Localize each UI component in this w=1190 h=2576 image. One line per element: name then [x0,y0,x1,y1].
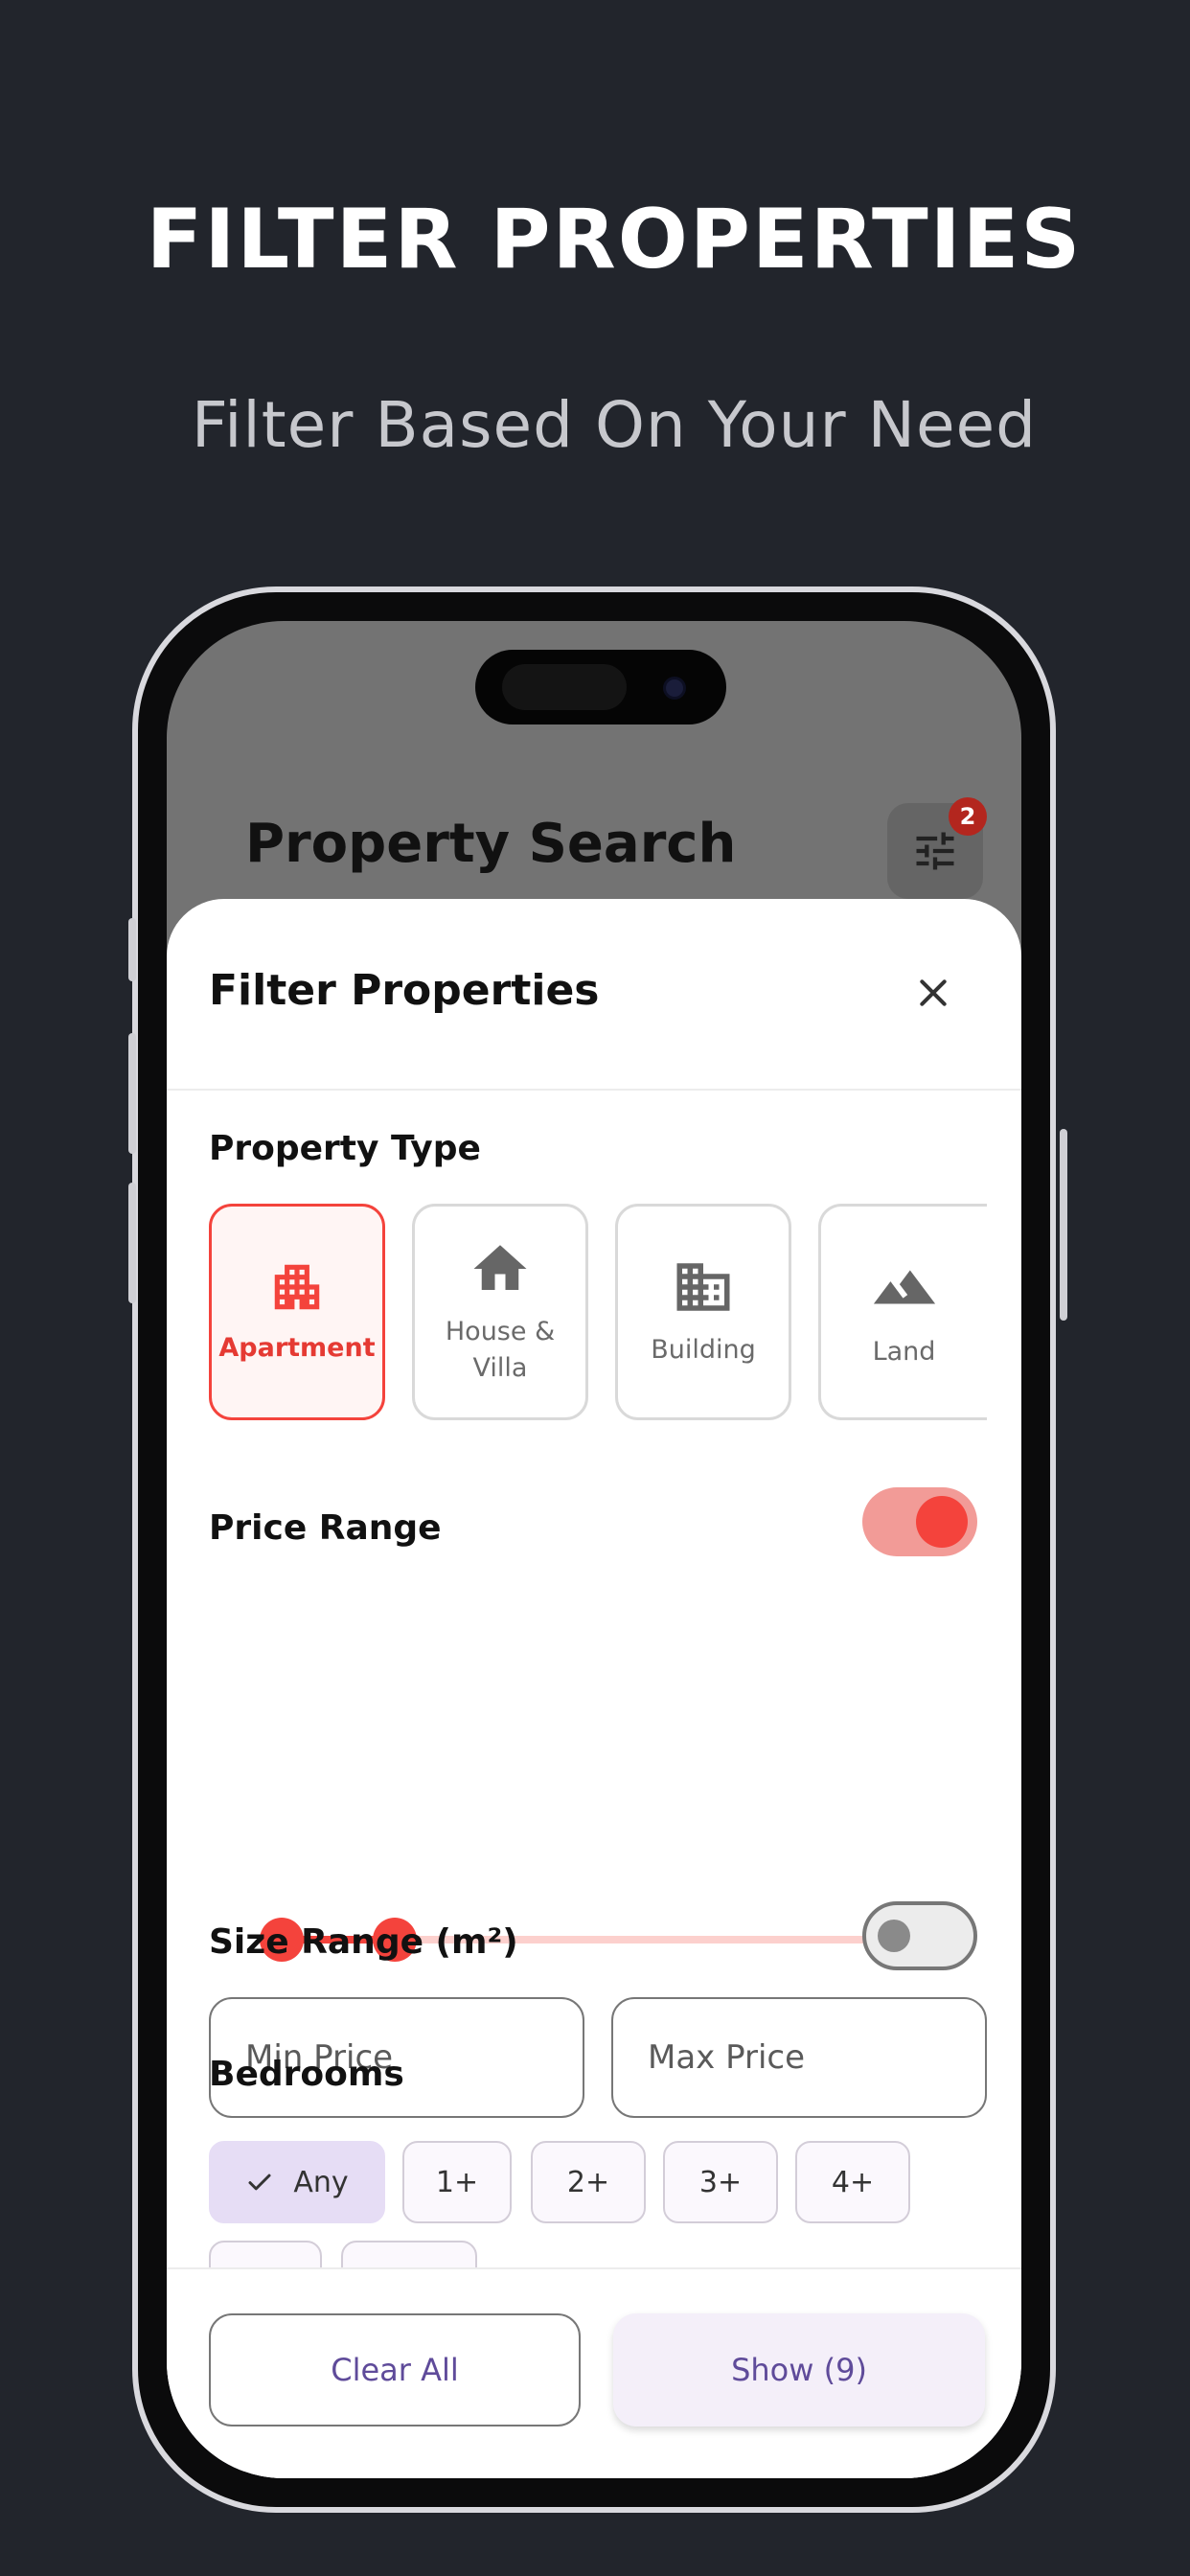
bedroom-chip-4[interactable]: 4+ [795,2141,910,2223]
hero-title: FILTER PROPERTIES [146,192,1083,288]
bedroom-chip-2[interactable]: 2+ [531,2141,646,2223]
background-page-title: Property Search [245,813,737,875]
tune-icon [916,832,954,870]
show-results-button[interactable]: Show (9) [613,2313,985,2426]
hero-subtitle: Filter Based On Your Need [191,388,1038,462]
phone-action-button [128,918,136,981]
check-icon [248,2174,271,2191]
bedroom-chip-6[interactable]: 6+ [341,2241,477,2267]
bedrooms-chip-area: Any 1+ 2+ 3+ 4+ 5+ 6+ [167,899,1021,2267]
front-camera [663,677,686,700]
bedroom-chip-1[interactable]: 1+ [402,2141,512,2223]
phone-volume-down-button [128,1183,136,1303]
filter-sheet: Filter Properties Property Type Apartmen… [167,899,1021,2478]
clear-all-button[interactable]: Clear All [209,2313,581,2426]
phone-screen: Property Search 2 Filter Properties Prop… [167,621,1021,2478]
chip-label: 1+ [435,2165,479,2199]
chip-label: 3+ [698,2165,743,2199]
bedroom-chip-5[interactable]: 5+ [209,2241,322,2267]
chip-label: 4+ [831,2165,875,2199]
phone-volume-up-button [128,1033,136,1154]
bedroom-chip-any[interactable]: Any [209,2141,385,2223]
chip-label: 2+ [566,2165,610,2199]
bedroom-chip-3[interactable]: 3+ [663,2141,778,2223]
filter-count-badge: 2 [949,797,987,836]
sensor-housing [502,664,627,710]
sheet-footer: Clear All Show (9) [167,2267,1021,2478]
phone-frame: Property Search 2 Filter Properties Prop… [128,586,1067,2513]
phone-power-button [1060,1129,1067,1321]
dynamic-island [475,650,726,724]
chip-label: Any [293,2165,349,2199]
